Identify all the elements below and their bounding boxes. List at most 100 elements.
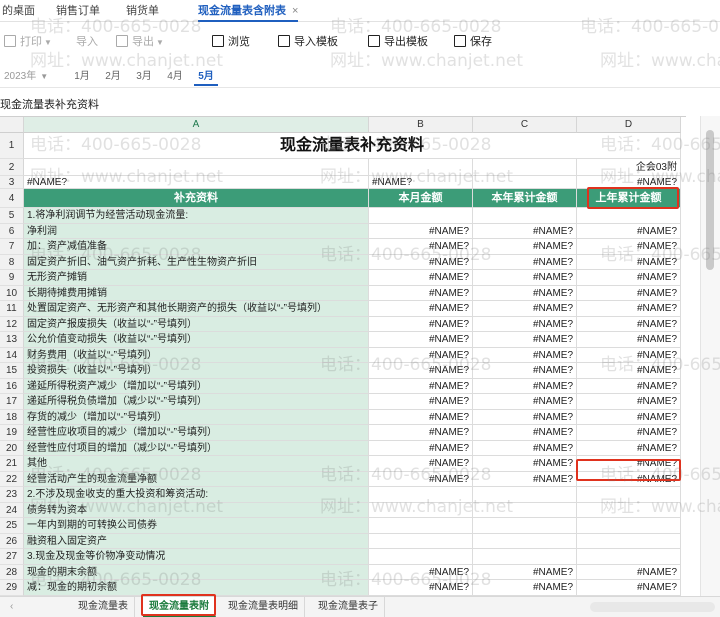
header-supplementary[interactable]: 补充资料 — [24, 189, 369, 208]
item-label[interactable]: 公允价值变动损失（收益以“-”号填列） — [24, 332, 369, 348]
print-button[interactable]: 打印 ▼ — [4, 32, 52, 52]
row-number[interactable]: 11 — [0, 301, 24, 317]
item-label[interactable]: 无形资产摊销 — [24, 270, 369, 286]
sheet-tab-cash-flow[interactable]: 现金流量表 — [72, 597, 135, 617]
month-1[interactable]: 1月 — [70, 68, 94, 86]
item-label[interactable]: 经营性应收项目的减少（增加以“-”号填列） — [24, 425, 369, 441]
cell-a2[interactable] — [24, 159, 369, 176]
item-label[interactable]: 债务转为资本 — [24, 502, 369, 518]
item-label[interactable]: 其他 — [24, 456, 369, 472]
prior-year-value[interactable] — [577, 487, 681, 503]
ytd-value[interactable]: #NAME? — [473, 270, 577, 286]
prior-year-value[interactable]: #NAME? — [577, 347, 681, 363]
item-label[interactable]: 融资租入固定资产 — [24, 533, 369, 549]
cell-c2[interactable] — [473, 159, 577, 176]
import-button[interactable]: 导入 — [76, 32, 98, 52]
row-number[interactable]: 22 — [0, 471, 24, 487]
row-number[interactable]: 18 — [0, 409, 24, 425]
vertical-scrollbar[interactable] — [700, 116, 720, 596]
row-number[interactable]: 9 — [0, 270, 24, 286]
column-header-c[interactable]: C — [473, 117, 577, 133]
item-label[interactable]: 3.现金及现金等价物净变动情况 — [24, 549, 369, 565]
item-label[interactable]: 投资损失（收益以“-”号填列） — [24, 363, 369, 379]
cell-c3[interactable] — [473, 176, 577, 189]
prior-year-value[interactable]: #NAME? — [577, 425, 681, 441]
sheet-tab-cash-flow-detail[interactable]: 现金流量表明细 — [222, 597, 305, 617]
item-label[interactable]: 固定资产折旧、油气资产折耗、生产性生物资产折旧 — [24, 254, 369, 270]
current-month-value[interactable] — [369, 502, 473, 518]
item-label[interactable]: 固定资产报废损失（收益以“-”号填列） — [24, 316, 369, 332]
current-month-value[interactable]: #NAME? — [369, 564, 473, 580]
current-month-value[interactable]: #NAME? — [369, 239, 473, 255]
ytd-value[interactable]: #NAME? — [473, 285, 577, 301]
row-number[interactable]: 4 — [0, 189, 24, 208]
prior-year-value[interactable]: #NAME? — [577, 254, 681, 270]
prior-year-value[interactable]: #NAME? — [577, 580, 681, 596]
scrollbar-thumb[interactable] — [706, 130, 714, 270]
item-label[interactable]: 2.不涉及现金收支的重大投资和筹资活动: — [24, 487, 369, 503]
ytd-value[interactable] — [473, 533, 577, 549]
header-prior-year-ytd[interactable]: 上年累计金额 — [577, 189, 681, 208]
ytd-value[interactable]: #NAME? — [473, 254, 577, 270]
export-button[interactable]: 导出 ▼ — [116, 32, 164, 52]
ytd-value[interactable]: #NAME? — [473, 223, 577, 239]
ytd-value[interactable]: #NAME? — [473, 409, 577, 425]
current-month-value[interactable]: #NAME? — [369, 270, 473, 286]
row-number[interactable]: 28 — [0, 564, 24, 580]
row-number[interactable]: 14 — [0, 347, 24, 363]
current-month-value[interactable] — [369, 549, 473, 565]
tab-sales-order[interactable]: 销售订单 — [56, 0, 100, 22]
save-button[interactable]: 保存 — [454, 32, 492, 52]
header-current-month[interactable]: 本月金额 — [369, 189, 473, 208]
row-number[interactable]: 17 — [0, 394, 24, 410]
row-number[interactable]: 8 — [0, 254, 24, 270]
ytd-value[interactable]: #NAME? — [473, 316, 577, 332]
item-label[interactable]: 减：现金的期初余额 — [24, 580, 369, 596]
item-label[interactable]: 一年内到期的可转换公司债券 — [24, 518, 369, 534]
current-month-value[interactable]: #NAME? — [369, 254, 473, 270]
tab-sales-delivery[interactable]: 销货单 — [126, 0, 159, 22]
row-number[interactable]: 12 — [0, 316, 24, 332]
row-number[interactable]: 21 — [0, 456, 24, 472]
form-code[interactable]: 企会03附 — [577, 159, 681, 176]
prior-year-value[interactable] — [577, 208, 681, 224]
export-template-button[interactable]: 导出模板 — [368, 32, 428, 52]
current-month-value[interactable]: #NAME? — [369, 456, 473, 472]
ytd-value[interactable] — [473, 549, 577, 565]
prior-year-value[interactable]: #NAME? — [577, 378, 681, 394]
current-month-value[interactable]: #NAME? — [369, 378, 473, 394]
import-template-button[interactable]: 导入模板 — [278, 32, 338, 52]
ytd-value[interactable]: #NAME? — [473, 440, 577, 456]
sheet-tab-cash-flow-supplement[interactable]: 现金流量表附 — [143, 597, 216, 617]
current-month-value[interactable]: #NAME? — [369, 580, 473, 596]
ytd-value[interactable]: #NAME? — [473, 471, 577, 487]
prior-year-value[interactable]: #NAME? — [577, 471, 681, 487]
prior-year-value[interactable]: #NAME? — [577, 564, 681, 580]
ytd-value[interactable]: #NAME? — [473, 347, 577, 363]
sheet-tab-cash-flow-sub[interactable]: 现金流量表子 — [312, 597, 385, 617]
item-label[interactable]: 存货的减少（增加以“-”号填列） — [24, 409, 369, 425]
spreadsheet-grid[interactable]: A B C D 1 现金流量表补充资料 2 企会03附 3 #NAME? #NA… — [0, 116, 686, 596]
current-month-value[interactable]: #NAME? — [369, 223, 473, 239]
prior-year-value[interactable] — [577, 518, 681, 534]
prior-year-value[interactable]: #NAME? — [577, 409, 681, 425]
row-number[interactable]: 15 — [0, 363, 24, 379]
row-number[interactable]: 24 — [0, 502, 24, 518]
current-month-value[interactable] — [369, 518, 473, 534]
current-month-value[interactable]: #NAME? — [369, 285, 473, 301]
row-number[interactable]: 3 — [0, 176, 24, 189]
row-number[interactable]: 1 — [0, 133, 24, 159]
current-month-value[interactable]: #NAME? — [369, 471, 473, 487]
ytd-value[interactable]: #NAME? — [473, 394, 577, 410]
current-month-value[interactable]: #NAME? — [369, 332, 473, 348]
row-number[interactable]: 7 — [0, 239, 24, 255]
item-label[interactable]: 处置固定资产、无形资产和其他长期资产的损失（收益以“-”号填列） — [24, 301, 369, 317]
row-number[interactable]: 25 — [0, 518, 24, 534]
item-label[interactable]: 财务费用（收益以“-”号填列） — [24, 347, 369, 363]
item-label[interactable]: 经营性应付项目的增加（减少以“-”号填列） — [24, 440, 369, 456]
item-label[interactable]: 长期待摊费用摊销 — [24, 285, 369, 301]
item-label[interactable]: 递延所得税负债增加（减少以“-”号填列） — [24, 394, 369, 410]
prior-year-value[interactable]: #NAME? — [577, 223, 681, 239]
current-month-value[interactable] — [369, 208, 473, 224]
current-month-value[interactable]: #NAME? — [369, 363, 473, 379]
